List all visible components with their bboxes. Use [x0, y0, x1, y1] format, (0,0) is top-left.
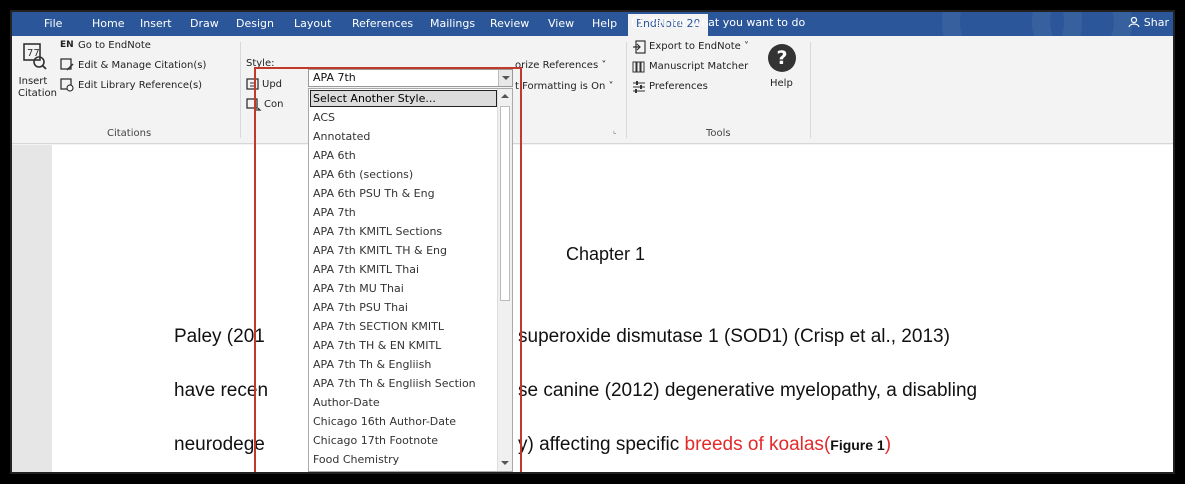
style-option[interactable]: Food Chemistry [313, 453, 399, 466]
style-option[interactable]: APA 6th PSU Th & Eng [313, 187, 435, 200]
paragraph-line-2-left: have recen [174, 380, 269, 401]
tab-design[interactable]: Design [236, 17, 274, 30]
document-area: Chapter 1 Paley (201 superoxide dismutas… [12, 145, 1173, 472]
style-dropdown-list[interactable]: Select Another Style... ACS Annotated AP… [308, 88, 513, 472]
edit-library-icon [60, 78, 74, 92]
style-option[interactable]: APA 7th KMITL Thai [313, 263, 419, 276]
share-button[interactable]: Shar [1128, 16, 1169, 29]
tab-references[interactable]: References [352, 17, 413, 30]
group-separator [810, 42, 811, 138]
tab-view[interactable]: View [548, 17, 574, 30]
paragraph-line-1-right: superoxide dismutase 1 (SOD1) (Crisp et … [518, 326, 950, 347]
person-icon [1128, 16, 1140, 28]
style-option[interactable]: APA 7th KMITL Sections [313, 225, 442, 238]
update-citations-button[interactable]: Upd [262, 79, 282, 90]
scrollbar-thumb[interactable] [500, 106, 510, 301]
share-label: Shar [1143, 16, 1169, 29]
style-option[interactable]: Annotated [313, 130, 370, 143]
lightbulb-icon [632, 16, 642, 28]
group-separator [240, 42, 241, 138]
document-page[interactable]: Chapter 1 Paley (201 superoxide dismutas… [52, 145, 1173, 472]
insert-citation-icon: 77 [23, 43, 47, 70]
categorize-label: orize References [515, 60, 599, 71]
style-option[interactable]: APA 7th PSU Thai [313, 301, 408, 314]
figure-reference: Figure 1 [830, 437, 885, 453]
style-option[interactable]: ACS [313, 111, 335, 124]
edit-library-references-button[interactable]: Edit Library Reference(s) [78, 80, 202, 91]
figure-paren-close: ) [884, 434, 892, 455]
style-option[interactable]: Chicago 16th Author-Date [313, 415, 456, 428]
paragraph-line-2-right: se canine (2012) degenerative myelopathy… [518, 380, 978, 401]
line3-red-text: breeds of koalas [684, 434, 824, 455]
style-option[interactable]: APA 7th [313, 206, 356, 219]
style-option[interactable]: APA 7th Th & Engliish [313, 358, 431, 371]
style-label: Style: [246, 58, 275, 69]
chevron-down-icon[interactable] [498, 70, 512, 86]
convert-citations-button[interactable]: Con [264, 99, 283, 110]
paragraph-line-1-left: Paley (201 [174, 326, 265, 347]
paragraph-line-3-left: neurodege [174, 434, 265, 455]
style-option[interactable]: APA 7th TH & EN KMITL [313, 339, 441, 352]
chapter-heading: Chapter 1 [566, 244, 646, 264]
tab-review[interactable]: Review [490, 17, 529, 30]
tab-help[interactable]: Help [592, 17, 617, 30]
line3-black-text: y) affecting specific [518, 434, 685, 455]
edit-citation-icon [60, 58, 74, 71]
help-button[interactable]: Help [770, 78, 793, 89]
export-icon [633, 40, 646, 54]
style-option[interactable]: APA 7th Th & Engliish Section [313, 377, 476, 390]
style-option[interactable]: APA 7th SECTION KMITL [313, 320, 444, 333]
tab-home[interactable]: Home [92, 17, 124, 30]
style-option[interactable]: Author-Date [313, 396, 380, 409]
tools-group-label: Tools [706, 128, 731, 139]
help-icon: ? [768, 44, 796, 72]
dropdown-scrollbar[interactable] [497, 89, 512, 471]
scroll-up-icon[interactable] [498, 89, 512, 105]
go-to-endnote-button[interactable]: Go to EndNote [78, 40, 151, 51]
style-option[interactable]: APA 7th KMITL TH & Eng [313, 244, 447, 257]
tell-me-text: Tell me what you want to do [650, 16, 806, 29]
instant-formatting-button[interactable]: t Formatting is On ˅ [515, 81, 613, 92]
categorize-references-button[interactable]: orize References ˅ [515, 60, 606, 71]
citations-group-label: Citations [107, 128, 152, 139]
tab-layout[interactable]: Layout [294, 17, 331, 30]
style-option[interactable]: APA 6th (sections) [313, 168, 413, 181]
tab-insert[interactable]: Insert [140, 17, 172, 30]
preferences-icon [633, 81, 645, 93]
convert-citations-icon [246, 98, 262, 111]
update-citations-icon [246, 78, 259, 90]
endnote-ribbon: 77 Insert Citation EN Go to EndNote Edit… [12, 36, 1173, 144]
export-label: Export to EndNote [649, 41, 741, 52]
style-option-select-another[interactable]: Select Another Style... [313, 92, 436, 105]
manuscript-matcher-icon [632, 61, 645, 73]
preferences-button[interactable]: Preferences [649, 81, 708, 92]
ribbon-tab-bar: File Home Insert Draw Design Layout Refe… [12, 12, 1173, 92]
tab-draw[interactable]: Draw [190, 17, 219, 30]
edit-manage-citations-button[interactable]: Edit & Manage Citation(s) [78, 60, 206, 71]
style-option[interactable]: APA 6th [313, 149, 356, 162]
manuscript-matcher-button[interactable]: Manuscript Matcher [649, 61, 748, 72]
group-separator [626, 42, 627, 138]
paragraph-line-3-right: y) affecting specific breeds of koalas(F… [518, 434, 891, 456]
insert-citation-button[interactable]: Insert Citation [18, 76, 57, 100]
style-option[interactable]: Chicago 17th Footnote [313, 434, 438, 447]
dialog-launcher-icon[interactable]: ⌞ [613, 126, 617, 135]
style-combo-value: APA 7th [313, 71, 356, 84]
en-icon: EN [60, 40, 74, 50]
tab-mailings[interactable]: Mailings [430, 17, 475, 30]
formatting-label: t Formatting is On [515, 81, 606, 92]
tab-file[interactable]: File [44, 17, 62, 30]
word-window: File Home Insert Draw Design Layout Refe… [10, 10, 1175, 474]
style-option[interactable]: APA 7th MU Thai [313, 282, 404, 295]
style-combo-box[interactable]: APA 7th [308, 69, 513, 87]
tell-me-search[interactable]: Tell me what you want to do [632, 16, 805, 29]
export-to-endnote-button[interactable]: Export to EndNote ˅ [649, 41, 749, 52]
scroll-down-icon[interactable] [498, 455, 512, 471]
